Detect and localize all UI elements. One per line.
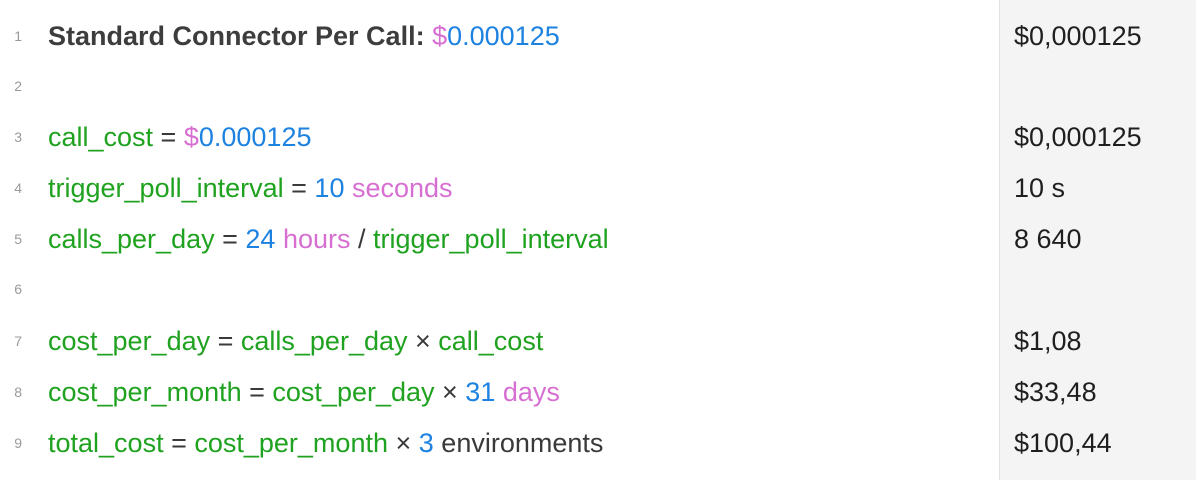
variable-token: trigger_poll_interval <box>373 223 609 254</box>
operator-token: = <box>283 172 315 203</box>
line-number: 7 <box>14 333 22 349</box>
line-result: $1,08 <box>1014 325 1082 356</box>
line-number: 8 <box>14 384 22 400</box>
line-result: $33,48 <box>1014 376 1097 407</box>
editor-line[interactable]: 1 Standard Connector Per Call: $0.000125 <box>0 11 999 61</box>
line-expression[interactable]: call_cost = $0.000125 <box>48 122 311 153</box>
variable-token: call_cost <box>438 325 544 356</box>
operator-token: / <box>350 223 373 254</box>
editor-line[interactable]: 6 <box>0 264 999 314</box>
number-token: 3 <box>418 427 434 458</box>
variable-token: call_cost <box>48 121 154 152</box>
unit-token: $ <box>432 20 448 51</box>
editor-line[interactable]: 2 <box>0 61 999 111</box>
line-number: 9 <box>14 435 22 451</box>
line-expression[interactable]: Standard Connector Per Call: $0.000125 <box>48 21 560 52</box>
number-token: 31 <box>465 376 496 407</box>
line-result: 8 640 <box>1014 223 1082 254</box>
line-number: 2 <box>14 78 22 94</box>
variable-token: cost_per_day <box>272 376 435 407</box>
variable-token: trigger_poll_interval <box>48 172 284 203</box>
variable-token: total_cost <box>48 427 164 458</box>
line-expression[interactable]: total_cost = cost_per_month × 3 environm… <box>48 428 603 459</box>
operator-token: = <box>214 223 246 254</box>
operator-token: × <box>434 376 466 407</box>
editor-pane[interactable]: 1 Standard Connector Per Call: $0.000125 2… <box>0 0 999 480</box>
line-number: 3 <box>14 129 22 145</box>
unit-token: seconds <box>344 172 453 203</box>
editor-line[interactable]: 5 calls_per_day = 24 hours / trigger_poll… <box>0 214 999 264</box>
heading-text: Standard Connector Per Call: <box>48 20 433 51</box>
line-number: 1 <box>14 28 22 44</box>
line-result: 10 s <box>1014 172 1066 203</box>
unit-token: days <box>495 376 560 407</box>
number-token: 0.000125 <box>198 121 312 152</box>
variable-token: cost_per_month <box>194 427 388 458</box>
variable-token: cost_per_day <box>48 325 211 356</box>
line-number: 4 <box>14 180 22 196</box>
variable-token: cost_per_month <box>48 376 242 407</box>
operator-token: = <box>241 376 273 407</box>
number-token: 0.000125 <box>447 20 560 51</box>
unit-token: $ <box>183 121 199 152</box>
line-number: 6 <box>14 281 22 297</box>
editor-line[interactable]: 4 trigger_poll_interval = 10 seconds <box>0 163 999 213</box>
line-expression[interactable]: calls_per_day = 24 hours / trigger_poll_… <box>48 224 609 255</box>
operator-token: = <box>210 325 241 356</box>
line-result: $100,44 <box>1014 427 1112 458</box>
number-token: 24 <box>245 223 276 254</box>
line-result: $0,000125 <box>1014 20 1142 51</box>
operator-token: = <box>153 121 184 152</box>
line-expression[interactable]: cost_per_month = cost_per_day × 31 days <box>48 377 560 408</box>
editor-line[interactable]: 8 cost_per_month = cost_per_day × 31 days <box>0 367 999 417</box>
editor-line[interactable]: 3 call_cost = $0.000125 <box>0 112 999 162</box>
line-expression[interactable]: trigger_poll_interval = 10 seconds <box>48 173 453 204</box>
editor-line[interactable]: 7 cost_per_day = calls_per_day × call_cos… <box>0 316 999 366</box>
variable-token: calls_per_day <box>240 325 408 356</box>
unit-token: hours <box>275 223 351 254</box>
operator-token: = <box>163 427 195 458</box>
operator-token: × <box>407 325 439 356</box>
line-expression[interactable]: cost_per_day = calls_per_day × call_cost <box>48 326 543 357</box>
variable-token: calls_per_day <box>48 223 215 254</box>
number-token: 10 <box>314 172 345 203</box>
line-result: $0,000125 <box>1014 121 1142 152</box>
text-token: environments <box>433 427 604 458</box>
editor-line[interactable]: 9 total_cost = cost_per_month × 3 environ… <box>0 418 999 468</box>
line-number: 5 <box>14 231 22 247</box>
operator-token: × <box>387 427 419 458</box>
